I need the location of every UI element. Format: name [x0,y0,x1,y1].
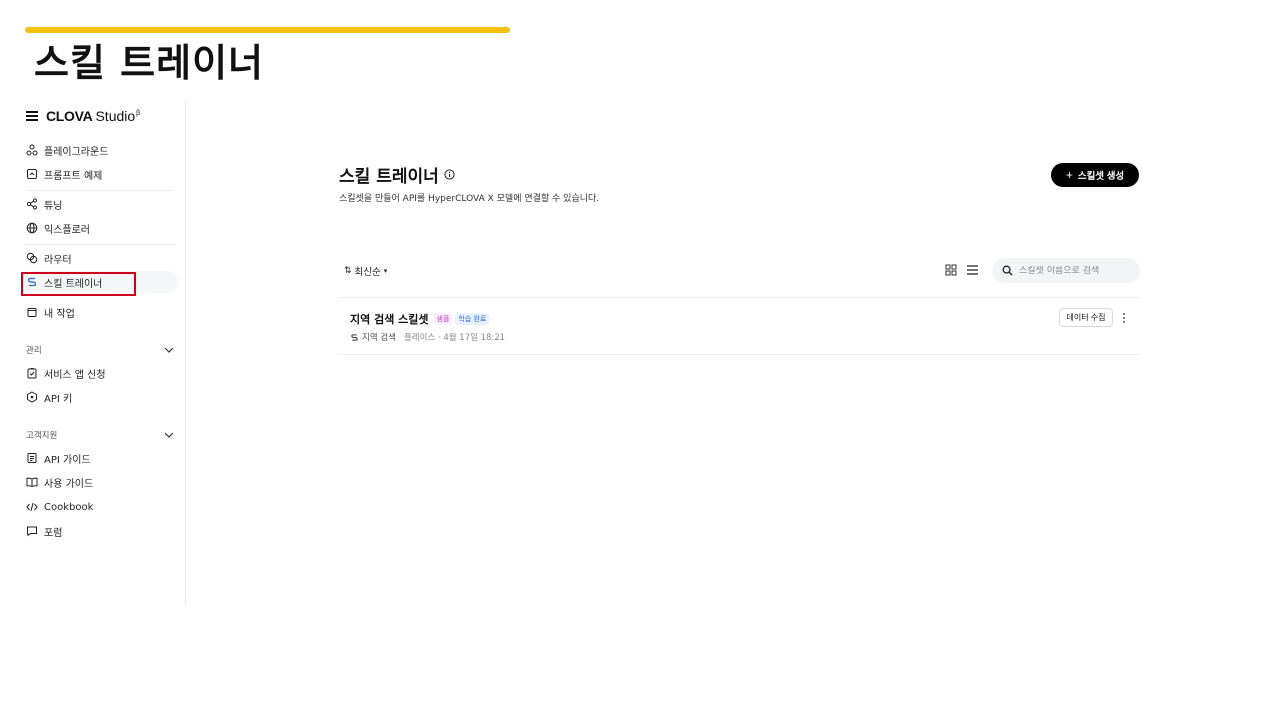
sidebar-item-cookbook[interactable]: Cookbook [22,496,178,518]
brand-name: CLOVA [46,108,93,124]
divider [26,244,174,245]
sidebar-item-service-app[interactable]: 서비스 앱 신청 [22,362,178,384]
more-options-icon[interactable] [1119,310,1129,326]
list-view-icon[interactable] [966,264,979,276]
sidebar-item-label: Cookbook [44,501,94,513]
search-icon [1002,265,1013,276]
brand-sub: Studioβ [95,108,141,124]
sidebar-item-label: 튜닝 [44,200,63,212]
skillset-timestamp: 플레이스 · 4월 17일 18:21 [403,333,506,343]
brand-logo[interactable]: CLOVA Studioβ [26,106,140,126]
sidebar-item-prompt-example[interactable]: 프롬프트 예제 [22,163,178,185]
status-badge: 학습 완료 [455,313,490,325]
skillset-meta: 지역 검색 플레이스 · 4월 17일 18:21 [350,331,505,343]
skill-name: 지역 검색 [362,333,396,343]
sort-icon: ⇅ [344,266,352,276]
api-key-icon [26,391,38,403]
sidebar-item-label: 내 작업 [44,308,75,320]
sidebar-item-label: 라우터 [44,254,72,266]
sidebar-item-router[interactable]: 라우터 [22,247,178,269]
sample-badge: 샘플 [433,313,453,325]
create-skillset-button[interactable]: + 스킬셋 생성 [1051,163,1139,187]
collect-data-button[interactable]: 데이터 수집 [1059,308,1113,327]
slide-title: 스킬 트레이너 [34,41,264,85]
info-icon[interactable] [444,169,455,180]
playground-icon [26,144,38,156]
sidebar-item-user-guide[interactable]: 사용 가이드 [22,471,178,493]
explorer-icon [26,222,38,234]
my-work-icon [26,306,38,318]
sidebar-item-label: API 키 [44,393,73,405]
chevron-down-icon [164,347,174,353]
sidebar-item-api-key[interactable]: API 키 [22,386,178,408]
chevron-down-icon [164,432,174,438]
divider [26,190,174,191]
sidebar-item-label: 익스플로러 [44,224,90,236]
search-box[interactable] [992,258,1140,283]
divider [339,354,1140,355]
skillset-name: 지역 검색 스킬셋 [350,313,429,326]
prompt-example-icon [26,168,38,180]
highlight-box [21,272,136,296]
section-management[interactable]: 관리 [26,343,174,357]
cookbook-icon [26,501,38,513]
section-title: 고객지원 [26,431,58,441]
divider [339,297,1140,298]
user-guide-icon [26,476,38,488]
service-app-icon [26,367,38,379]
sidebar-item-label: 플레이그라운드 [44,146,109,158]
search-input[interactable] [1019,265,1129,276]
create-skillset-label: 스킬셋 생성 [1077,171,1125,182]
section-title: 관리 [26,346,42,356]
chevron-down-icon: ▾ [383,267,388,275]
forum-icon [26,525,38,537]
sidebar-item-forum[interactable]: 포럼 [22,520,178,542]
section-support[interactable]: 고객지원 [26,428,174,442]
accent-bar [25,27,510,33]
sort-dropdown[interactable]: ⇅ 최신순 ▾ [344,264,387,278]
sidebar-item-my-work[interactable]: 내 작업 [22,301,178,323]
sidebar-item-tuning[interactable]: 튜닝 [22,193,178,215]
menu-icon[interactable] [26,111,38,121]
sidebar-item-label: API 가이드 [44,454,91,466]
sidebar-item-playground[interactable]: 플레이그라운드 [22,139,178,161]
tuning-icon [26,198,38,210]
sidebar-item-api-guide[interactable]: API 가이드 [22,447,178,469]
router-icon [26,252,38,264]
sidebar-item-label: 서비스 앱 신청 [44,369,106,381]
plus-icon: + [1065,168,1073,182]
sidebar: CLOVA Studioβ 플레이그라운드 프롬프트 예제 튜닝 익스플로러 라… [18,100,186,605]
skillset-row-title[interactable]: 지역 검색 스킬셋 샘플 학습 완료 [350,311,490,327]
sidebar-item-explorer[interactable]: 익스플로러 [22,217,178,239]
page-title: 스킬 트레이너 [339,162,455,187]
grid-view-icon[interactable] [945,264,957,276]
page-description: 스킬셋을 만들어 API를 HyperCLOVA X 모델에 연결할 수 있습니… [339,194,600,204]
sidebar-item-label: 프롬프트 예제 [44,170,103,182]
page-title-text: 스킬 트레이너 [339,167,439,187]
api-guide-icon [26,452,38,464]
sort-label: 최신순 [354,267,381,278]
skill-icon [351,333,358,341]
sidebar-item-label: 사용 가이드 [44,478,94,490]
sidebar-item-label: 포럼 [44,527,63,539]
